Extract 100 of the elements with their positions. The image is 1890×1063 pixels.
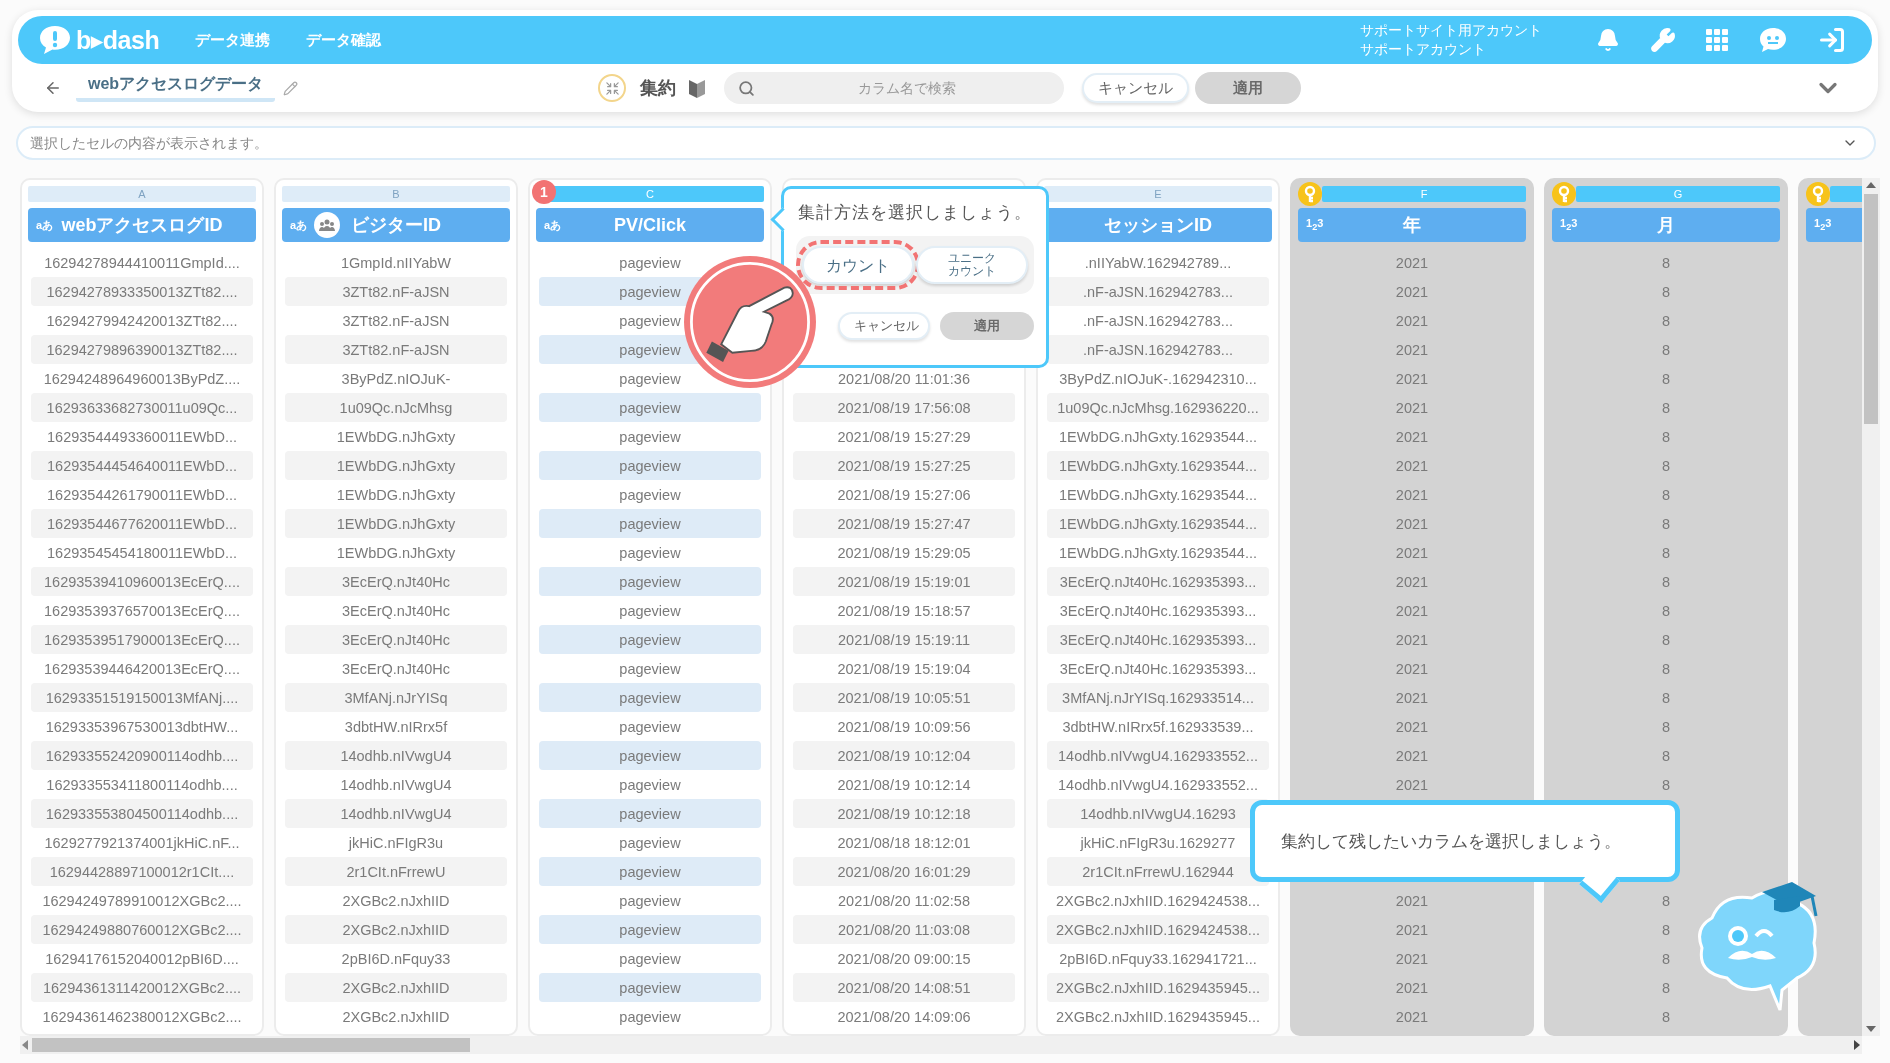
app-grid-icon[interactable]	[1706, 29, 1728, 51]
table-cell-text: 8	[1660, 891, 1672, 911]
table-cell-text: 2021	[1394, 775, 1430, 795]
table-cell-text: 2021	[1394, 891, 1430, 911]
column-letter-bar[interactable]: B	[282, 186, 510, 202]
table-cell: 1EWbDG.nJhGxty.16293544...	[1047, 451, 1269, 480]
table-cell: pageview	[539, 973, 761, 1002]
table-cell: 2XGBc2.nJxhIID.1629424538...	[1047, 915, 1269, 944]
pencil-icon[interactable]	[283, 80, 299, 96]
popover-title: 集計方法を選択しましょう。	[798, 202, 1032, 224]
scroll-up-icon[interactable]	[1866, 182, 1876, 188]
aggregate-label: 集約	[640, 77, 676, 100]
logo-text[interactable]: b▸dash	[76, 25, 160, 55]
table-cell-text: 2021	[1394, 630, 1430, 650]
table-cell-text: 2021	[1394, 456, 1430, 476]
logout-icon[interactable]	[1818, 26, 1846, 54]
table-cell: 2XGBc2.nJxhIID	[285, 915, 507, 944]
table-cell: pageview	[539, 509, 761, 538]
table-cell: 16294249880760012XGBc2....	[31, 915, 253, 944]
table-cell-text: 8	[1660, 717, 1672, 737]
table-cell-text: 2021	[1394, 340, 1430, 360]
aggregate-icon[interactable]	[598, 74, 626, 102]
chat-face-icon[interactable]	[1758, 26, 1788, 54]
type-label: aあ	[544, 217, 562, 233]
account-name: サポートサイト用アカウント	[1360, 21, 1542, 40]
table-cell: .nF-aJSN.162942783...	[1047, 335, 1269, 364]
scroll-down-icon[interactable]	[1866, 1026, 1876, 1032]
table-cell-text: 8	[1660, 659, 1672, 679]
table-cell: pageview	[539, 625, 761, 654]
table-cell-text: 3ZTt82.nF-aJSN	[341, 311, 451, 331]
scrollbar-thumb[interactable]	[32, 1038, 470, 1052]
column-letter-bar[interactable]: A	[28, 186, 256, 202]
table-cell-text: 3EcErQ.nJt40Hc	[341, 659, 451, 679]
nav-link[interactable]: データ連携	[195, 30, 271, 50]
table-cell-text: 2021	[1394, 369, 1430, 389]
table-cell: 2021/08/20 14:08:51	[793, 973, 1015, 1002]
search-field[interactable]: カラム名で検索	[724, 72, 1064, 104]
column-header[interactable]: aあ PV/Click	[536, 208, 764, 242]
column-header[interactable]: 1$_{2}$3 月	[1552, 208, 1780, 242]
column-header[interactable]: aあ webアクセスログID	[28, 208, 256, 242]
table-cell-text: 1EWbDG.nJhGxty	[335, 485, 457, 505]
table-cell: 1u09Qc.nJcMhsg.162936220...	[1047, 393, 1269, 422]
table-cell-text: 2021	[1394, 427, 1430, 447]
table-cell-text: 2021/08/20 09:00:15	[836, 949, 972, 969]
wrench-icon[interactable]	[1650, 27, 1676, 53]
table-cell-text: pageview	[618, 253, 682, 273]
column-header[interactable]: 1$_{2}$3	[1806, 208, 1862, 242]
table-cell: 162933552420900114odhb....	[31, 741, 253, 770]
vertical-scrollbar[interactable]	[1862, 178, 1880, 1036]
horizontal-scrollbar[interactable]	[20, 1036, 1862, 1054]
table-cell-text: 2021	[1394, 253, 1430, 273]
table-cell-text: 1629277921374001jkHiC.nF...	[43, 833, 241, 853]
column-letter-bar[interactable]: F	[1322, 186, 1526, 202]
cell-content-field[interactable]: 選択したセルの内容が表示されます。	[16, 126, 1876, 160]
table-cell-text: 2021/08/19 10:09:56	[836, 717, 972, 737]
table-cell-text: 8	[1660, 311, 1672, 331]
table-cell: pageview	[539, 451, 761, 480]
table-cell-text: pageview	[618, 485, 682, 505]
table-cell-text: 8	[1660, 485, 1672, 505]
table-cell-text: jkHiC.nFIgR3u.1629277	[1079, 833, 1237, 853]
column-letter-bar[interactable]: G	[1576, 186, 1780, 202]
table-cell-text: 1EWbDG.nJhGxty	[335, 543, 457, 563]
table-cell: 2021/08/20 11:03:08	[793, 915, 1015, 944]
column-header[interactable]: aあ ビジターID	[282, 208, 510, 242]
cancel-button[interactable]: キャンセル	[838, 312, 930, 340]
table-cell-text: pageview	[618, 1007, 682, 1027]
table-cell-text: 16294248964960013ByPdZ....	[42, 369, 242, 389]
table-cell-text: 3EcErQ.nJt40Hc.162935393...	[1058, 659, 1258, 679]
table-cell-text: 8	[1660, 978, 1672, 998]
table-cell: 16294361311420012XGBc2....	[31, 973, 253, 1002]
table-cell-text: 3dbtHW.nIRrx5f	[343, 717, 449, 737]
method-option[interactable]: ユニークカウント	[916, 246, 1028, 284]
table-cell-text: 2XGBc2.nJxhIID.1629435945...	[1055, 1007, 1261, 1027]
column-letter-bar[interactable]: E	[1044, 186, 1272, 202]
table-cell: 16294278933350013ZTt82....	[31, 277, 253, 306]
table-cell-text: 162933553411800114odhb....	[45, 775, 239, 795]
dataset-title: webアクセスログデータ	[76, 74, 276, 102]
scroll-left-icon[interactable]	[22, 1040, 28, 1050]
table-cell: 16294279896390013ZTt82....	[31, 335, 253, 364]
table-cell: pageview	[539, 799, 761, 828]
table-cell: 2r1CIt.nFrrewU.162944	[1047, 857, 1269, 886]
bell-icon[interactable]	[1596, 28, 1620, 52]
table-cell: 2021/08/19 10:12:04	[793, 741, 1015, 770]
table-cell: pageview	[539, 683, 761, 712]
table-cell: 3ZTt82.nF-aJSN	[285, 277, 507, 306]
scroll-right-icon[interactable]	[1854, 1040, 1860, 1050]
table-cell-text: 1EWbDG.nJhGxty.16293544...	[1058, 427, 1258, 447]
table-cell: 14odhb.nIVwgU4	[285, 741, 507, 770]
table-cell-text: 2021	[1394, 514, 1430, 534]
table-cell-text: 1EWbDG.nJhGxty	[335, 427, 457, 447]
table-cell: 1u09Qc.nJcMhsg	[285, 393, 507, 422]
table-cell: 162933553804500114odhb....	[31, 799, 253, 828]
cancel-button[interactable]: キャンセル	[1082, 73, 1189, 103]
table-cell: 3EcErQ.nJt40Hc	[285, 625, 507, 654]
table-cell-text: 2021/08/18 18:12:01	[836, 833, 972, 853]
table-cell-text: 2021	[1394, 659, 1430, 679]
scrollbar-thumb[interactable]	[1864, 194, 1878, 424]
nav-link[interactable]: データ確認	[306, 30, 382, 50]
column-header[interactable]: 1$_{2}$3 年	[1298, 208, 1526, 242]
table-cell-text: 8	[1660, 398, 1672, 418]
